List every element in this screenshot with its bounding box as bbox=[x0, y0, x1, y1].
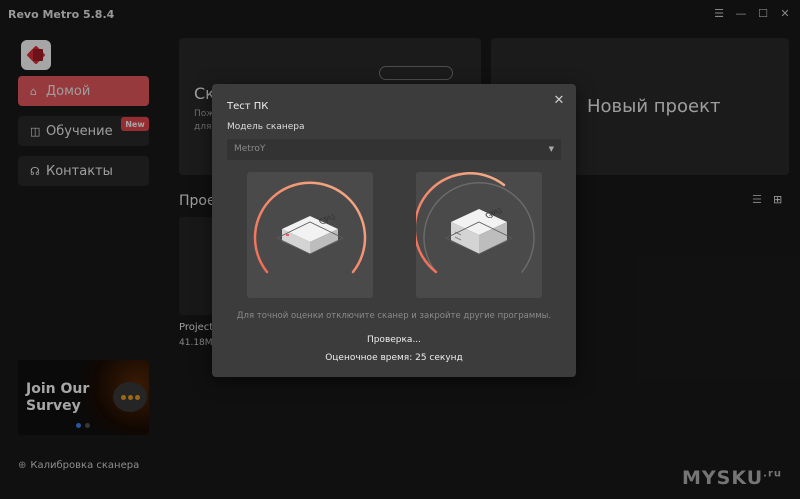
test-hint: Для точной оценки отключите сканер и зак… bbox=[236, 311, 552, 321]
scanner-model-select[interactable]: MetroY ▼ bbox=[227, 139, 561, 160]
cpu-test-panel: CPU bbox=[247, 172, 373, 298]
pc-test-dialog: Тест ПК ✕ Модель сканера MetroY ▼ CPU GP… bbox=[212, 84, 576, 377]
estimated-time: Оценочное время: 25 секунд bbox=[325, 353, 463, 363]
gpu-progress-ring: GPU bbox=[416, 172, 535, 274]
watermark-suffix: .ru bbox=[763, 468, 783, 480]
cpu-progress-ring: CPU bbox=[253, 181, 367, 274]
watermark: MYSKU.ru bbox=[682, 467, 782, 489]
scanner-model-value: MetroY bbox=[234, 144, 266, 154]
test-status: Проверка... bbox=[366, 335, 422, 345]
close-icon[interactable]: ✕ bbox=[552, 94, 566, 108]
dropdown-arrow-icon: ▼ bbox=[548, 145, 554, 153]
gpu-test-panel: GPU bbox=[416, 172, 542, 298]
dialog-title: Тест ПК bbox=[227, 101, 269, 112]
scanner-model-label: Модель сканера bbox=[227, 122, 305, 132]
watermark-text: MYSKU bbox=[682, 467, 764, 489]
